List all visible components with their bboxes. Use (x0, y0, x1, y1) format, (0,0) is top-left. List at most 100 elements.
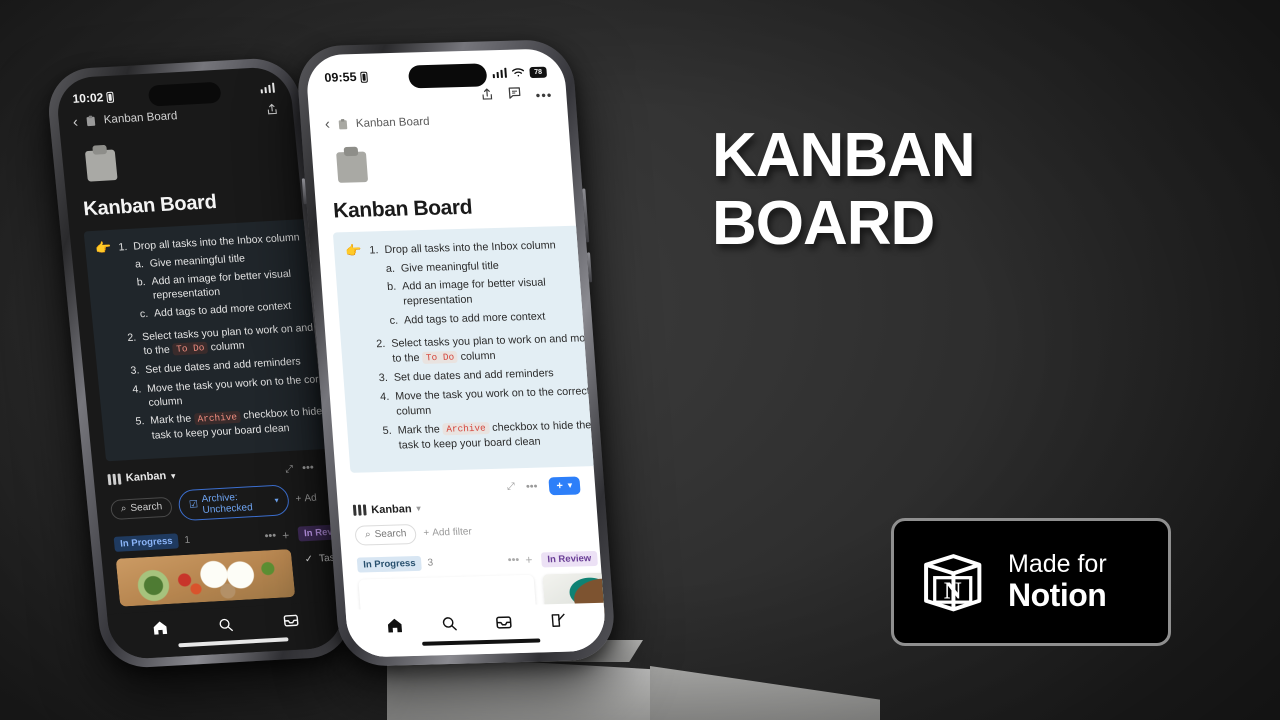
tab-bar (345, 602, 608, 658)
made-for-notion-badge: N Made for Notion (891, 518, 1171, 646)
search-input[interactable]: ⌕ Search (109, 496, 174, 520)
search-icon (442, 617, 457, 631)
search-icon (219, 618, 233, 631)
front-phone-mockup: 09:55 78 ••• ‹ Kanban Board Kanban Board… (295, 38, 617, 668)
column-title[interactable]: In Progress (356, 555, 423, 573)
headline-line-1: KANBAN (712, 121, 976, 190)
tab-inbox[interactable] (282, 612, 301, 635)
search-placeholder: Search (129, 501, 163, 515)
tab-inbox[interactable] (494, 613, 514, 636)
more-horizontal-icon[interactable]: ••• (264, 530, 277, 543)
front-phone-screen: 09:55 78 ••• ‹ Kanban Board Kanban Board… (304, 48, 608, 658)
compose-icon (551, 613, 565, 627)
breadcrumb[interactable]: ‹ Kanban Board (309, 110, 568, 132)
page-title: Kanban Board (82, 191, 218, 221)
clipboard-icon (338, 118, 348, 129)
comment-icon[interactable] (507, 85, 523, 105)
more-horizontal-icon[interactable]: ••• (302, 462, 315, 475)
tab-compose[interactable] (549, 612, 568, 634)
expand-icon[interactable]: ⤢ (285, 464, 294, 475)
add-filter-label[interactable]: Add filter (432, 527, 472, 539)
inbox-icon (283, 614, 299, 627)
chevron-left-icon[interactable]: ‹ (324, 116, 330, 133)
chevron-down-icon[interactable]: ▾ (416, 504, 421, 513)
list-item: b. Add an image for better visual represe… (386, 276, 547, 308)
board-card[interactable] (115, 549, 296, 607)
plus-icon[interactable]: + (282, 528, 290, 542)
search-icon: ⌕ (364, 529, 372, 541)
add-filter-button[interactable]: + Add filter (423, 527, 472, 539)
more-horizontal-icon[interactable]: ••• (535, 87, 553, 102)
list-item: 2. Select tasks you plan to work on and … (375, 331, 598, 365)
filter-chip-label[interactable]: Archive: Unchecked (201, 490, 272, 516)
chevron-down-icon[interactable]: ▾ (274, 496, 279, 505)
plus-icon[interactable]: + (525, 553, 533, 567)
badge-made-for-label: Made for (1008, 550, 1107, 579)
share-icon[interactable] (265, 102, 280, 119)
page-toolbar: ••• (480, 85, 553, 107)
page-headline: KANBAN BOARD (712, 121, 1182, 257)
instructions-list: 1. Drop all tasks into the Inbox column … (369, 237, 607, 457)
tab-search[interactable] (217, 616, 235, 638)
list-item: 5. Mark the Archive checkbox to hide the… (135, 404, 341, 442)
filter-chip-archive[interactable]: ☑ Archive: Unchecked ▾ (177, 484, 291, 522)
cellular-signal-icon (492, 68, 507, 78)
card-image (115, 549, 296, 607)
more-horizontal-icon[interactable]: ••• (526, 480, 538, 492)
dynamic-island (147, 81, 222, 107)
view-name[interactable]: Kanban (125, 470, 166, 484)
home-icon (387, 618, 402, 632)
dynamic-island (407, 63, 488, 89)
database-view-selector[interactable]: Kanban ▾ (352, 503, 421, 517)
plus-icon: + (423, 527, 430, 540)
sub-list: a. Give meaningful title b. Add an image f… (385, 256, 597, 328)
column-count: 3 (427, 557, 434, 569)
status-time: 09:55 (323, 69, 358, 85)
search-input[interactable]: ⌕ Search (354, 523, 418, 546)
add-filter-button[interactable]: + Ad (295, 493, 317, 505)
list-item: a. Give meaningful title (385, 259, 500, 275)
tab-home[interactable] (385, 616, 405, 639)
battery-level: 78 (529, 66, 548, 78)
checkbox-icon: ☑ (188, 499, 199, 511)
alarm-icon (360, 71, 368, 83)
add-filter-label[interactable]: Ad (304, 493, 317, 505)
instructions-callout: 👉 1. Drop all tasks into the Inbox colum… (332, 225, 608, 473)
column-title[interactable]: In Progress (113, 533, 180, 553)
new-item-button[interactable]: + ▾ (547, 476, 581, 496)
tab-search[interactable] (440, 615, 459, 637)
page-clipboard-icon (85, 145, 118, 182)
view-name[interactable]: Kanban (371, 503, 412, 516)
cellular-signal-icon (260, 82, 275, 94)
svg-text:N: N (944, 578, 962, 605)
list-item: 3. Set due dates and add reminders (378, 367, 555, 384)
code-archive: Archive (193, 410, 242, 425)
chevron-left-icon[interactable]: ‹ (72, 113, 79, 130)
column-title[interactable]: In Review (540, 550, 598, 568)
list-item: c. Add tags to add more context (389, 310, 546, 327)
clipboard-icon (86, 115, 96, 127)
notion-cube-logo: N (924, 554, 982, 612)
expand-icon[interactable]: ⤢ (507, 482, 516, 493)
home-icon (153, 621, 167, 635)
database-view-selector[interactable]: Kanban ▾ (107, 470, 176, 486)
code-todo: To Do (422, 350, 459, 364)
inbox-icon (495, 615, 512, 629)
column-count: 1 (184, 535, 191, 547)
more-horizontal-icon[interactable]: ••• (507, 554, 519, 566)
breadcrumb-label[interactable]: Kanban Board (355, 115, 429, 129)
list-item: 1. Drop all tasks into the Inbox column … (369, 237, 597, 332)
breadcrumb-label[interactable]: Kanban Board (103, 110, 178, 126)
code-todo: To Do (172, 341, 209, 356)
chevron-down-icon[interactable]: ▾ (171, 471, 176, 480)
code-archive: Archive (442, 422, 490, 436)
board-view-icon (352, 504, 367, 517)
chevron-down-icon[interactable]: ▾ (568, 481, 573, 490)
tab-home[interactable] (150, 619, 169, 642)
board-column-in-progress: In Progress 1 ••• + (113, 527, 296, 607)
board-view-icon (107, 473, 122, 486)
share-icon[interactable] (480, 87, 495, 106)
check-icon: ✓ (304, 554, 314, 566)
instructions-callout: 👉 1. Drop all tasks into the Inbox colum… (83, 216, 346, 462)
wifi-icon (511, 68, 525, 77)
